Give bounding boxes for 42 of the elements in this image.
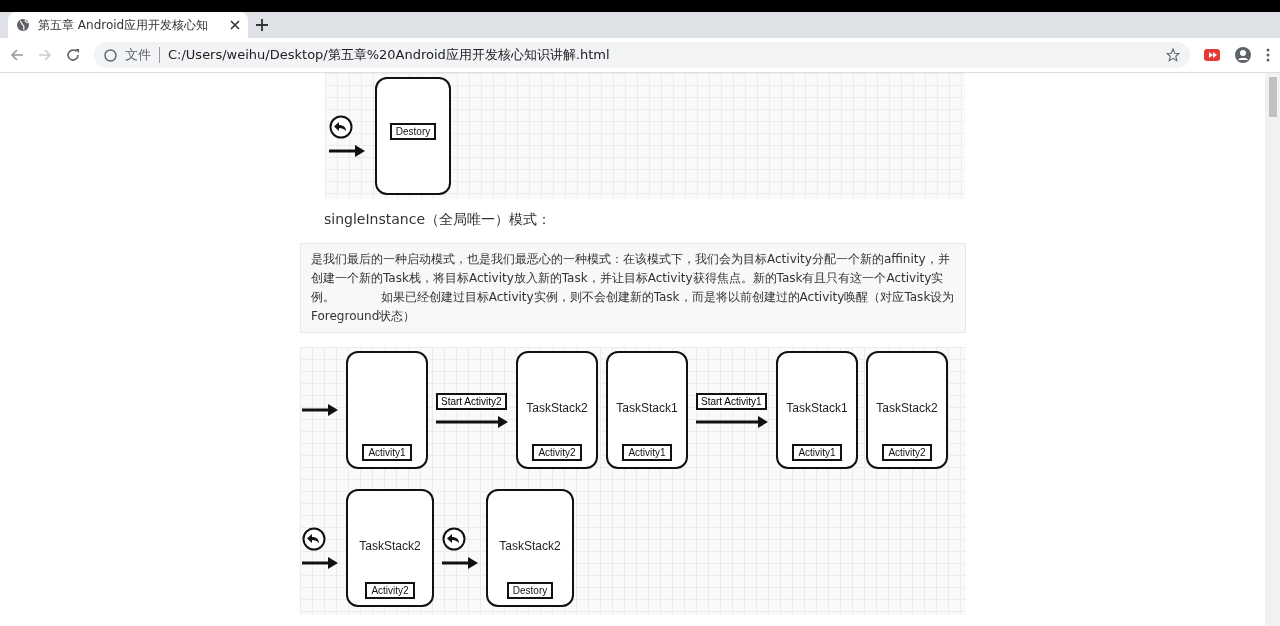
scrollbar[interactable] <box>1265 73 1280 626</box>
arrow-caption: Start Activity1 <box>696 392 767 410</box>
activity-label: Destory <box>389 123 437 140</box>
stack-title: TaskStack2 <box>499 539 561 553</box>
stack-title: TaskStack2 <box>359 539 421 553</box>
stack-title: TaskStack1 <box>616 401 678 415</box>
stack-title: TaskStack1 <box>786 401 848 415</box>
arrow-icon <box>696 415 768 428</box>
address-bar[interactable]: 文件 C:/Users/weihu/Desktop/第五章%20Android应用开发核心知识讲解.html <box>94 42 1190 68</box>
stack-title: TaskStack2 <box>526 401 588 415</box>
menu-icon[interactable] <box>1266 48 1270 62</box>
globe-icon <box>16 18 30 32</box>
new-tab-icon[interactable] <box>256 19 268 31</box>
activity-label: Activity2 <box>882 444 932 461</box>
profile-icon[interactable] <box>1234 46 1252 64</box>
tab-title: 第五章 Android应用开发核心知 <box>38 16 210 34</box>
activity-label: Activity1 <box>792 444 842 461</box>
activity-label: Activity1 <box>622 444 672 461</box>
scheme-label: 文件 <box>125 46 151 64</box>
arrow-icon <box>436 415 508 428</box>
arrow-caption: Start Activity2 <box>436 392 507 410</box>
activity-label: Activity2 <box>365 582 415 599</box>
url-text: C:/Users/weihu/Desktop/第五章%20Android应用开发核心知识讲解.html <box>168 46 610 64</box>
back-arrow-icon[interactable] <box>10 48 24 62</box>
arrow-icon <box>329 145 365 157</box>
back-icon <box>442 527 466 551</box>
arrow-icon <box>302 404 338 416</box>
browser-tab[interactable]: 第五章 Android应用开发核心知 <box>8 12 248 38</box>
activity-label: Activity1 <box>362 444 412 461</box>
stack-title: TaskStack2 <box>876 401 938 415</box>
star-icon[interactable] <box>1166 48 1180 62</box>
extension-icon[interactable] <box>1204 49 1220 61</box>
activity-label: Activity2 <box>532 444 582 461</box>
close-icon[interactable] <box>230 20 240 30</box>
reload-icon[interactable] <box>66 48 80 62</box>
arrow-icon <box>302 557 338 569</box>
info-icon <box>104 48 117 62</box>
activity-label: Destory <box>506 582 554 599</box>
section-heading: singleInstance（全局唯一）模式： <box>324 211 551 229</box>
quote-paragraph: 是我们最后的一种启动模式，也是我们最恶心的一种模式：在该模式下，我们会为目标Activity分配一个新的affinity，并创建一个新的Task栈，将目标Activity放入新的Task，并让目标Activity获得焦点。新的Task有且只有这一个Activity实例。 如果已经创建过目标Activity实例，则不会创建新的Task，而是将以前创建过的Activity唤醒（对应Task设为Foreground状态） <box>300 243 966 333</box>
arrow-icon <box>442 557 478 569</box>
back-icon <box>329 115 353 139</box>
